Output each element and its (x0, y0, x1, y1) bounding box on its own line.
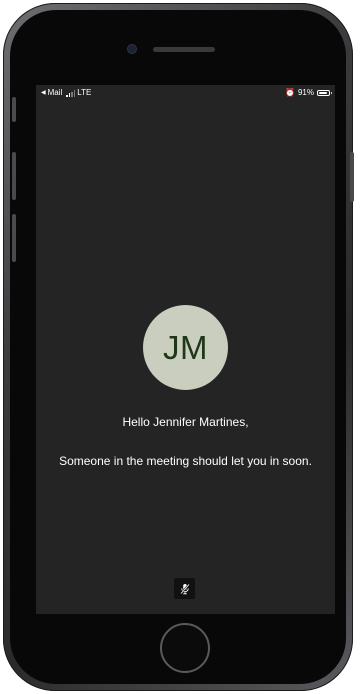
battery-percent: 91% (297, 88, 314, 97)
mic-muted-icon (179, 583, 190, 594)
avatar: JM (143, 305, 228, 390)
volume-down-button (12, 214, 16, 262)
waiting-message: Someone in the meeting should let you in… (59, 454, 312, 468)
mute-switch (12, 97, 16, 122)
status-left[interactable]: ◀ Mail LTE (41, 85, 91, 101)
battery-fill (319, 92, 328, 94)
carrier-label: LTE (77, 88, 92, 97)
back-arrow-icon[interactable]: ◀ (41, 85, 46, 101)
front-camera (128, 45, 136, 53)
status-bar: ◀ Mail LTE ⏰ 91% (36, 85, 335, 101)
battery-icon (317, 90, 332, 96)
greeting-text: Hello Jennifer Martines, (122, 415, 249, 429)
earpiece-speaker (153, 47, 215, 52)
signal-strength-icon (66, 90, 76, 97)
status-right: ⏰ 91% (285, 85, 332, 101)
volume-up-button (12, 152, 16, 200)
power-button (350, 152, 354, 202)
phone-screen: ◀ Mail LTE ⏰ 91% JM Hello Jennifer Marti… (36, 85, 335, 614)
alarm-icon: ⏰ (285, 88, 295, 97)
avatar-initials: JM (163, 328, 208, 366)
mute-microphone-button[interactable] (174, 578, 195, 599)
back-app-label[interactable]: Mail (48, 85, 63, 101)
home-button[interactable] (160, 623, 210, 673)
